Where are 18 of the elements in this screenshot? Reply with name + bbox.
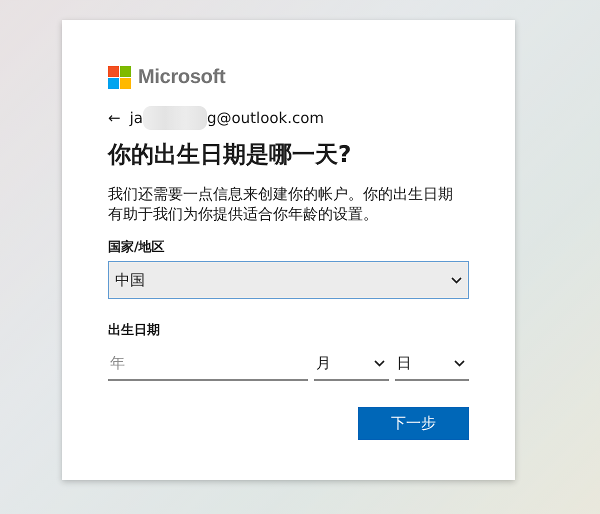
email-text: g@outlook.com: [206, 109, 324, 127]
back-arrow[interactable]: ←: [108, 109, 121, 127]
chevron-icon: [374, 360, 384, 366]
next-button[interactable]: 下一步: [358, 407, 469, 440]
page-title: 你的出生日期是哪一天?: [108, 141, 352, 170]
chevron-icon: [454, 360, 465, 366]
field-label: 出生日期: [108, 322, 161, 339]
month-select[interactable]: 月: [314, 347, 388, 381]
year-field[interactable]: 年: [108, 347, 308, 381]
brand-name: Microsoft: [138, 66, 226, 89]
description-text: 我们还需要一点信息来创建你的帐户。你的出生日期有助于我们为你提供适合你年龄的设置。: [108, 184, 454, 224]
country-select[interactable]: 中国: [108, 261, 469, 299]
microsoft-logo-icon: [108, 66, 131, 89]
field-label: 国家/地区: [108, 238, 166, 256]
day-select[interactable]: 日: [394, 347, 469, 381]
chevron-icon: [451, 276, 462, 284]
redaction-blur: [142, 106, 207, 130]
email-text: ja: [130, 109, 143, 127]
